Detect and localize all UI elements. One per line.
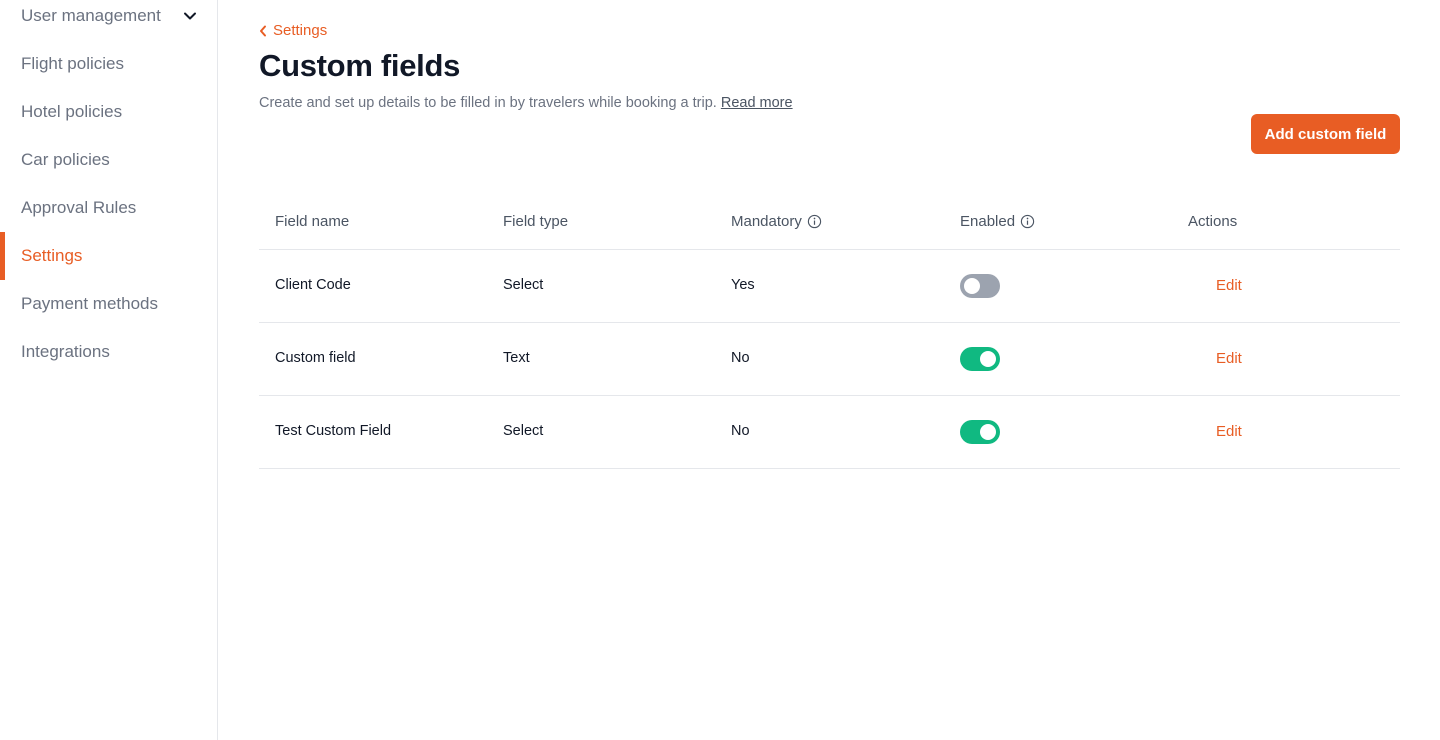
- field-name-cell: Client Code: [275, 277, 351, 293]
- sidebar-item-payment-methods[interactable]: Payment methods: [0, 280, 218, 328]
- field-name-cell: Test Custom Field: [275, 423, 392, 439]
- column-header-field-type: Field type: [503, 213, 569, 230]
- sidebar-item-label: Payment methods: [21, 294, 159, 313]
- sidebar-item-car-policies[interactable]: Car policies: [0, 136, 218, 184]
- sidebar-item-label: Integrations: [21, 342, 110, 361]
- back-link[interactable]: Settings: [259, 22, 327, 39]
- sidebar-item-label: User management: [21, 6, 161, 25]
- field-type-cell: Text: [503, 350, 530, 366]
- sidebar: User management Flight policies Hotel po…: [0, 0, 218, 740]
- enabled-toggle[interactable]: [960, 274, 1000, 298]
- add-custom-field-button[interactable]: Add custom field: [1251, 114, 1400, 154]
- sidebar-item-settings[interactable]: Settings: [0, 232, 218, 280]
- enabled-toggle[interactable]: [960, 347, 1000, 371]
- sidebar-item-label: Settings: [21, 246, 83, 265]
- table-row: Test Custom Field Select No Edit: [259, 396, 1400, 469]
- mandatory-cell: No: [731, 423, 750, 439]
- toggle-knob: [980, 351, 996, 367]
- column-header-field-name: Field name: [275, 213, 350, 230]
- mandatory-cell: No: [731, 350, 750, 366]
- table-header: Field name Field type Mandatory Enabled …: [259, 193, 1400, 250]
- column-header-actions: Actions: [1188, 213, 1238, 230]
- edit-link[interactable]: Edit: [1216, 350, 1242, 367]
- sidebar-item-approval-rules[interactable]: Approval Rules: [0, 184, 218, 232]
- mandatory-cell: Yes: [731, 277, 755, 293]
- sidebar-item-hotel-policies[interactable]: Hotel policies: [0, 88, 218, 136]
- chevron-left-icon: [260, 25, 266, 36]
- back-link-label: Settings: [273, 22, 328, 39]
- edit-link[interactable]: Edit: [1216, 423, 1242, 440]
- field-type-cell: Select: [503, 423, 544, 439]
- description-text: Create and set up details to be filled i…: [259, 95, 717, 111]
- sidebar-item-label: Car policies: [21, 150, 110, 169]
- page-description: Create and set up details to be filled i…: [259, 95, 793, 111]
- info-icon[interactable]: [807, 214, 822, 229]
- info-icon[interactable]: [1020, 214, 1035, 229]
- column-header-mandatory: Mandatory: [731, 213, 822, 230]
- sidebar-item-label: Approval Rules: [21, 198, 137, 217]
- toggle-knob: [980, 424, 996, 440]
- edit-link[interactable]: Edit: [1216, 277, 1242, 294]
- sidebar-item-label: Hotel policies: [21, 102, 123, 121]
- toggle-knob: [964, 278, 980, 294]
- table-row: Client Code Select Yes Edit: [259, 250, 1400, 323]
- page-title: Custom fields: [259, 48, 461, 83]
- field-type-cell: Select: [503, 277, 544, 293]
- sidebar-item-user-management[interactable]: User management: [0, 0, 218, 40]
- field-name-cell: Custom field: [275, 350, 356, 366]
- sidebar-item-flight-policies[interactable]: Flight policies: [0, 40, 218, 88]
- sidebar-item-label: Flight policies: [21, 54, 124, 73]
- read-more-link[interactable]: Read more: [721, 95, 793, 111]
- custom-fields-table: Field name Field type Mandatory Enabled …: [259, 193, 1400, 469]
- table-row: Custom field Text No Edit: [259, 323, 1400, 396]
- chevron-down-icon: [184, 12, 196, 20]
- column-header-enabled: Enabled: [960, 213, 1035, 230]
- enabled-toggle[interactable]: [960, 420, 1000, 444]
- sidebar-item-integrations[interactable]: Integrations: [0, 328, 218, 376]
